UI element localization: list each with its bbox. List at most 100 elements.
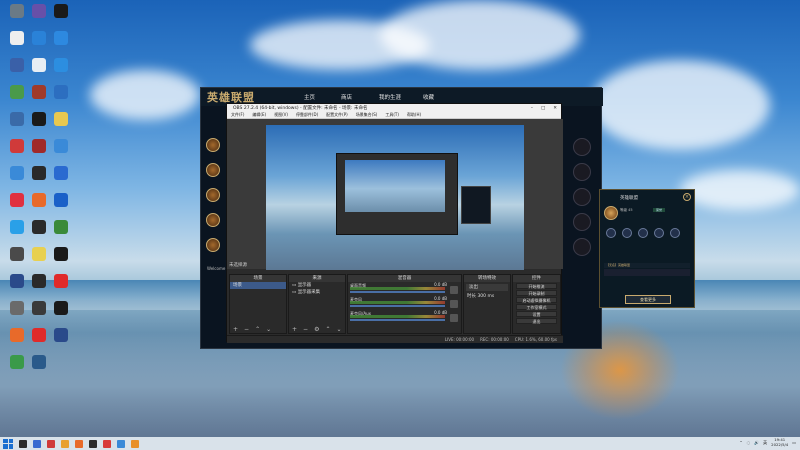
- desktop-icon[interactable]: [48, 328, 74, 358]
- taskbar-app-icon[interactable]: [75, 439, 83, 448]
- app-icon: [32, 58, 46, 72]
- app-icon: [32, 112, 46, 126]
- speaker-icon[interactable]: [450, 300, 458, 308]
- lol-profile-popup[interactable]: 英雄联盟 × 等级 45 荣誉 【无名】英雄联盟 查看更多: [599, 189, 695, 308]
- desktop-icon[interactable]: [48, 247, 74, 277]
- lol-nav-home[interactable]: 主页: [304, 93, 315, 101]
- minimize-icon[interactable]: –: [531, 106, 533, 111]
- add-icon[interactable]: +: [233, 326, 238, 333]
- scene-item[interactable]: 场景: [230, 282, 286, 289]
- desktop-icon[interactable]: [48, 85, 74, 115]
- desktop-icon[interactable]: [48, 193, 74, 223]
- transition-duration[interactable]: 时长 300 ms: [464, 293, 510, 300]
- obs-menu-item[interactable]: 配置文件(P): [326, 112, 348, 118]
- rec-status: REC: 00:00:00: [480, 337, 509, 342]
- lol-side-button[interactable]: [573, 213, 591, 231]
- obs-statusbar: LIVE: 00:00:00 REC: 00:00:00 CPU: 1.6%, …: [227, 335, 563, 343]
- control-button[interactable]: 开始推流: [516, 283, 557, 289]
- obs-window[interactable]: OBS 27.2.4 (64-bit, windows) - 配置文件: 未命名…: [226, 103, 563, 343]
- obs-preview-canvas[interactable]: [266, 125, 524, 270]
- lol-friend-avatar[interactable]: [206, 163, 220, 177]
- taskbar-app-icon[interactable]: [19, 439, 27, 448]
- obs-menu-item[interactable]: 视图(V): [274, 112, 288, 118]
- volume-fader[interactable]: [350, 305, 445, 307]
- taskbar-app-icon[interactable]: [33, 439, 41, 448]
- taskbar-app-icon[interactable]: [103, 439, 111, 448]
- notification-icon[interactable]: ▭: [792, 440, 796, 445]
- desktop-icon[interactable]: [48, 301, 74, 331]
- add-icon[interactable]: +: [292, 326, 297, 333]
- desktop-icon[interactable]: [48, 274, 74, 304]
- app-icon: [10, 4, 24, 18]
- start-icon[interactable]: [3, 438, 13, 449]
- gear-icon[interactable]: ⚙: [314, 326, 319, 333]
- volume-fader[interactable]: [350, 319, 445, 321]
- remove-icon[interactable]: −: [244, 326, 249, 333]
- taskbar-app-icon[interactable]: [89, 439, 97, 448]
- move-up-icon[interactable]: ⌃: [325, 326, 330, 333]
- close-icon[interactable]: ✕: [553, 106, 557, 111]
- desktop-icon[interactable]: [48, 58, 74, 88]
- obs-menu-item[interactable]: 帮助(H): [407, 112, 421, 118]
- control-button[interactable]: 启动虚拟摄像机: [516, 297, 557, 303]
- desktop-icon[interactable]: [48, 4, 74, 34]
- control-button[interactable]: 开始录制: [516, 290, 557, 296]
- view-more-button[interactable]: 查看更多: [625, 295, 671, 304]
- source-item[interactable]: ▭ 显示器采集: [289, 289, 345, 296]
- desktop-icon[interactable]: [48, 31, 74, 61]
- transition-select[interactable]: 淡出: [466, 284, 508, 291]
- lol-nav-collection[interactable]: 收藏: [423, 93, 434, 101]
- taskbar-app-icon[interactable]: [47, 439, 55, 448]
- desktop-icon[interactable]: [26, 355, 52, 385]
- obs-menu-item[interactable]: 停靠部件(D): [296, 112, 318, 118]
- control-button[interactable]: 设置: [516, 311, 557, 317]
- obs-menu-item[interactable]: 场景集合(S): [356, 112, 378, 118]
- volume-meter: [350, 301, 445, 304]
- lol-friend-avatar[interactable]: [206, 188, 220, 202]
- lol-friend-avatar[interactable]: [206, 238, 220, 252]
- lol-side-text: Welcome: [207, 266, 226, 271]
- speaker-icon[interactable]: [450, 314, 458, 322]
- lol-nav-career[interactable]: 我的生涯: [379, 93, 401, 101]
- lol-friend-avatar[interactable]: [206, 138, 220, 152]
- volume-fader[interactable]: [350, 291, 445, 293]
- maximize-icon[interactable]: □: [541, 106, 545, 111]
- speaker-icon[interactable]: [450, 286, 458, 294]
- desktop-icon[interactable]: [48, 166, 74, 196]
- network-icon[interactable]: ◌: [747, 440, 751, 445]
- obs-titlebar[interactable]: OBS 27.2.4 (64-bit, windows) - 配置文件: 未命名…: [227, 104, 561, 112]
- close-icon[interactable]: ×: [683, 193, 691, 201]
- lol-side-button[interactable]: [573, 188, 591, 206]
- taskbar-app-icon[interactable]: [117, 439, 125, 448]
- move-down-icon[interactable]: ⌄: [266, 326, 271, 333]
- source-item[interactable]: ▭ 显示器: [289, 282, 345, 289]
- remove-icon[interactable]: −: [303, 326, 308, 333]
- input-language[interactable]: 英: [763, 440, 767, 446]
- app-icon: [10, 220, 24, 234]
- app-icon: [54, 31, 68, 45]
- lol-nav-store[interactable]: 商店: [341, 93, 352, 101]
- obs-menu-item[interactable]: 工具(T): [385, 112, 399, 118]
- lol-side-button[interactable]: [573, 163, 591, 181]
- desktop-icon[interactable]: [48, 220, 74, 250]
- move-up-icon[interactable]: ⌃: [255, 326, 260, 333]
- obs-menu-item[interactable]: 编辑(E): [252, 112, 266, 118]
- volume-icon[interactable]: 🔊: [754, 440, 759, 445]
- clock[interactable]: 19:41 2022/5/4: [771, 437, 788, 447]
- taskbar-app-icon[interactable]: [131, 439, 139, 448]
- lol-side-button[interactable]: [573, 238, 591, 256]
- control-button[interactable]: 退出: [516, 318, 557, 324]
- app-icon: [32, 31, 46, 45]
- lol-side-button[interactable]: [573, 138, 591, 156]
- mixer-track: 麦克风/Aux 0.0 dB: [348, 310, 461, 324]
- move-down-icon[interactable]: ⌄: [336, 326, 341, 333]
- chevron-up-icon[interactable]: ⌃: [739, 440, 742, 445]
- control-button[interactable]: 工作室模式: [516, 304, 557, 310]
- obs-menu-item[interactable]: 文件(F): [231, 112, 244, 118]
- app-icon: [10, 355, 24, 369]
- desktop-icon[interactable]: [48, 112, 74, 142]
- lol-friend-avatar[interactable]: [206, 213, 220, 227]
- mastery-icon: [638, 228, 648, 238]
- desktop-icon[interactable]: [48, 139, 74, 169]
- taskbar-app-icon[interactable]: [61, 439, 69, 448]
